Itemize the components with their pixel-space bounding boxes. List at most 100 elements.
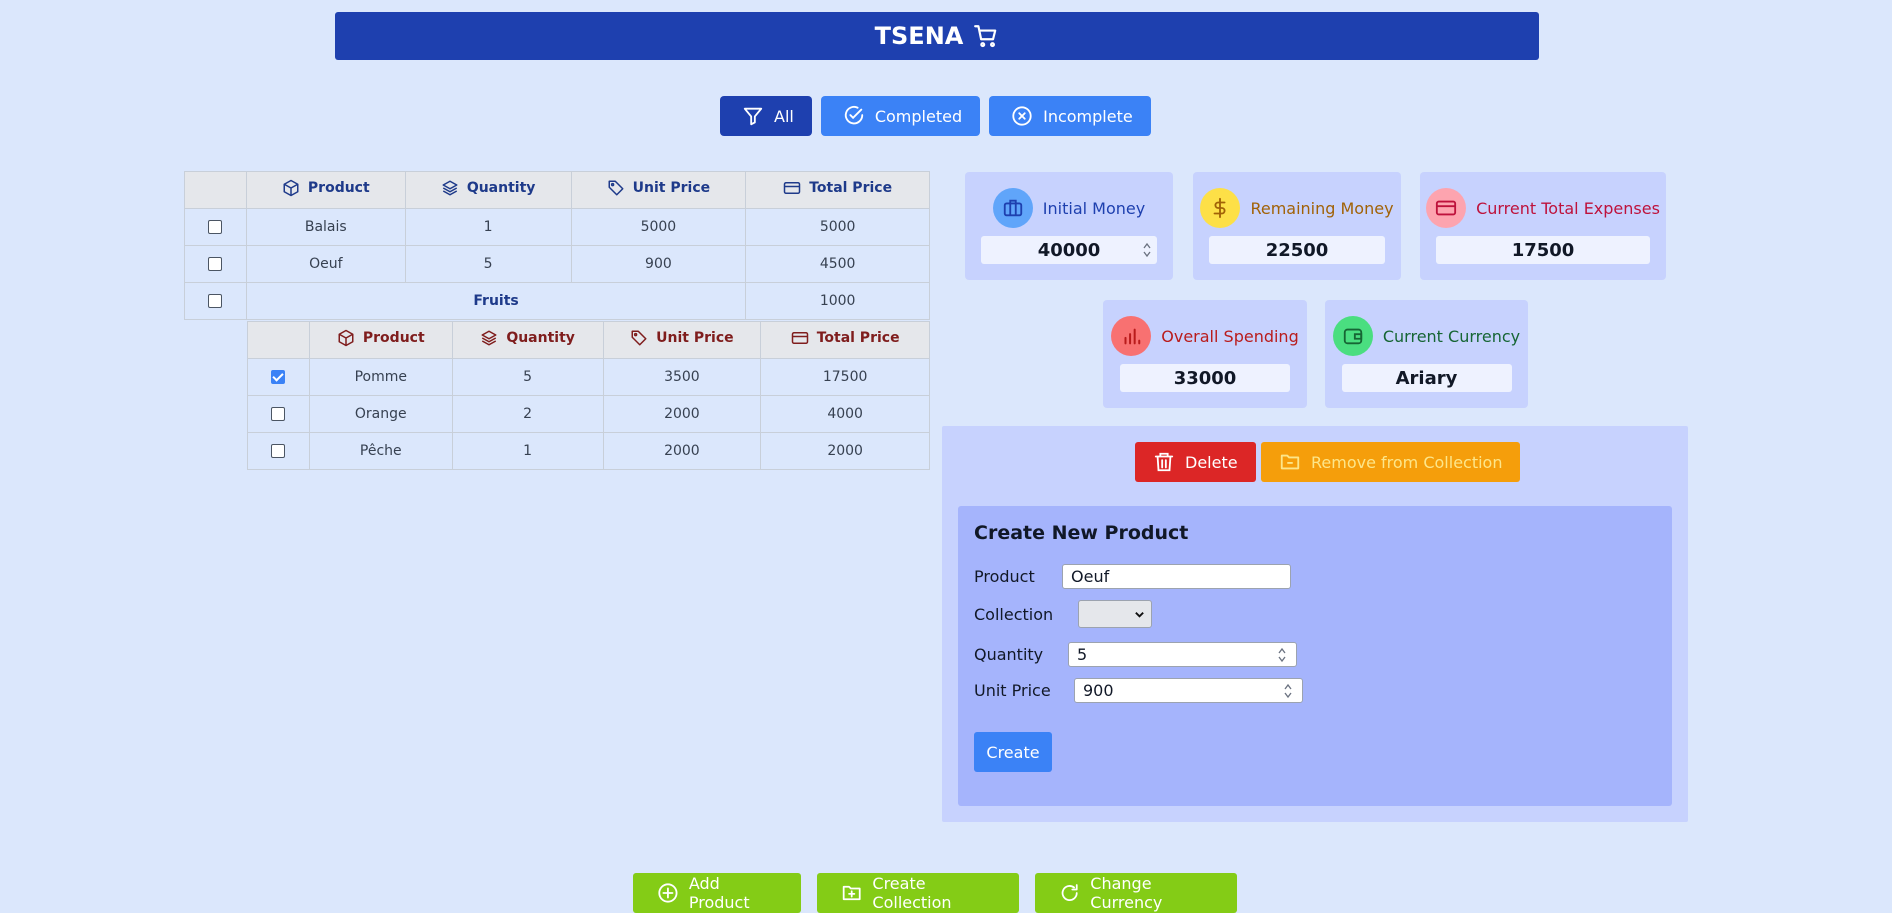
product-cell: Orange bbox=[308, 395, 453, 433]
table-row[interactable]: Orange 2 2000 4000 bbox=[247, 395, 930, 433]
unit-price-field-label: Unit Price bbox=[974, 681, 1051, 700]
products-table: Product Quantity Unit Price Total Price … bbox=[184, 171, 930, 320]
initial-money-input[interactable]: 40000 bbox=[981, 236, 1157, 264]
delete-button[interactable]: Delete bbox=[1135, 442, 1256, 482]
quantity-cell: 2 bbox=[451, 395, 604, 433]
folder-minus-icon bbox=[1280, 454, 1300, 470]
quantity-stepper[interactable]: 5 bbox=[1068, 642, 1297, 667]
column-header-product: Product bbox=[308, 321, 453, 359]
column-label: Unit Price bbox=[632, 180, 711, 196]
dollar-icon bbox=[1200, 188, 1241, 228]
product-cell: Oeuf bbox=[245, 245, 406, 283]
initial-money-value: 40000 bbox=[1037, 239, 1101, 261]
x-circle-icon bbox=[1012, 106, 1032, 126]
unit-price-cell: 2000 bbox=[602, 395, 762, 433]
box-icon bbox=[338, 329, 354, 347]
chevron-down-icon bbox=[1135, 612, 1144, 618]
create-button[interactable]: Create bbox=[974, 732, 1052, 772]
layers-icon bbox=[442, 180, 458, 196]
row-checkbox[interactable] bbox=[271, 444, 286, 458]
product-field-row: Product Oeuf bbox=[974, 564, 1291, 589]
table-header-row: Product Quantity Unit Price Total Price bbox=[247, 321, 930, 359]
form-title: Create New Product bbox=[974, 522, 1189, 544]
quantity-input-value: 5 bbox=[1077, 645, 1088, 664]
table-row[interactable]: Oeuf 5 900 4500 bbox=[184, 245, 930, 283]
column-label: Total Price bbox=[809, 180, 893, 196]
filter-incomplete-label: Incomplete bbox=[1043, 106, 1133, 126]
collection-checkbox[interactable] bbox=[208, 294, 223, 308]
total-price-cell: 2000 bbox=[760, 432, 930, 470]
filter-icon bbox=[743, 107, 763, 126]
unit-price-field-row: Unit Price 900 bbox=[974, 678, 1303, 703]
add-product-button[interactable]: Add Product bbox=[633, 873, 801, 913]
collection-row[interactable]: Fruits 1000 bbox=[184, 282, 930, 320]
remaining-money-value: 22500 bbox=[1209, 236, 1385, 264]
current-total-expenses-label: Current Total Expenses bbox=[1476, 198, 1660, 218]
product-cell: Pomme bbox=[308, 358, 453, 396]
total-price-cell: 4500 bbox=[745, 245, 930, 283]
remove-from-collection-button[interactable]: Remove from Collection bbox=[1261, 442, 1521, 482]
table-row[interactable]: Balais 1 5000 5000 bbox=[184, 208, 930, 246]
column-header-total-price: Total Price bbox=[745, 171, 930, 209]
quantity-cell: 5 bbox=[404, 245, 572, 283]
wallet-icon bbox=[1332, 316, 1373, 356]
quantity-cell: 1 bbox=[404, 208, 572, 246]
unit-price-stepper[interactable]: 900 bbox=[1074, 678, 1303, 703]
remaining-money-card: Remaining Money 22500 bbox=[1193, 172, 1401, 280]
credit-card-icon bbox=[791, 332, 808, 344]
spinner-arrows-icon[interactable] bbox=[1143, 242, 1151, 258]
overall-spending-value: 33000 bbox=[1120, 364, 1290, 392]
quantity-cell: 1 bbox=[451, 432, 604, 470]
filter-completed-button[interactable]: Completed bbox=[820, 96, 981, 136]
product-field-label: Product bbox=[974, 567, 1035, 586]
total-price-cell: 17500 bbox=[760, 358, 930, 396]
table-row[interactable]: Pêche 1 2000 2000 bbox=[247, 432, 930, 470]
filter-all-button[interactable]: All bbox=[720, 96, 812, 136]
column-label: Product bbox=[362, 330, 425, 346]
total-price-cell: 4000 bbox=[760, 395, 930, 433]
tag-icon bbox=[608, 180, 624, 196]
create-collection-button[interactable]: Create Collection bbox=[817, 873, 1019, 913]
unit-price-cell: 2000 bbox=[602, 432, 762, 470]
collection-field-row: Collection bbox=[974, 600, 1152, 628]
table-row[interactable]: Pomme 5 3500 17500 bbox=[247, 358, 930, 396]
app-header: TSENA bbox=[335, 12, 1539, 60]
quantity-cell: 5 bbox=[451, 358, 604, 396]
folder-plus-icon bbox=[842, 885, 861, 901]
change-currency-button[interactable]: Change Currency bbox=[1035, 873, 1237, 913]
collection-select[interactable] bbox=[1078, 600, 1152, 628]
action-panel: Delete Remove from Collection Create New… bbox=[942, 426, 1688, 822]
initial-money-label: Initial Money bbox=[1042, 198, 1146, 218]
collection-name: Fruits bbox=[245, 282, 747, 320]
column-header-product: Product bbox=[245, 171, 406, 209]
credit-card-icon bbox=[1426, 188, 1467, 228]
unit-price-input-value: 900 bbox=[1083, 681, 1114, 700]
filter-incomplete-button[interactable]: Incomplete bbox=[989, 96, 1151, 136]
product-input[interactable]: Oeuf bbox=[1062, 564, 1291, 589]
tag-icon bbox=[631, 330, 647, 346]
select-column-header bbox=[184, 171, 247, 209]
select-column-header bbox=[247, 321, 310, 359]
bar-chart-icon bbox=[1111, 316, 1152, 356]
current-total-expenses-value: 17500 bbox=[1436, 236, 1650, 264]
filter-all-label: All bbox=[774, 106, 794, 126]
shopping-cart-icon bbox=[974, 25, 997, 48]
spinner-arrows-icon[interactable] bbox=[1278, 647, 1286, 663]
layers-icon bbox=[481, 330, 497, 346]
column-header-total-price: Total Price bbox=[760, 321, 930, 359]
row-checkbox[interactable] bbox=[208, 220, 223, 234]
column-label: Total Price bbox=[816, 330, 900, 346]
delete-label: Delete bbox=[1185, 452, 1238, 472]
column-label: Product bbox=[307, 180, 370, 196]
collection-items-table: Product Quantity Unit Price Total Price … bbox=[247, 321, 930, 470]
bottom-toolbar: Add Product Create Collection Change Cur… bbox=[633, 873, 1237, 913]
row-checkbox[interactable] bbox=[271, 370, 286, 384]
change-currency-label: Change Currency bbox=[1090, 874, 1163, 912]
row-checkbox[interactable] bbox=[271, 407, 286, 421]
add-product-label: Add Product bbox=[688, 874, 750, 912]
quantity-field-row: Quantity 5 bbox=[974, 642, 1297, 667]
row-checkbox[interactable] bbox=[208, 257, 223, 271]
spinner-arrows-icon[interactable] bbox=[1284, 683, 1292, 699]
check-circle-icon bbox=[844, 106, 864, 125]
unit-price-cell: 5000 bbox=[570, 208, 747, 246]
